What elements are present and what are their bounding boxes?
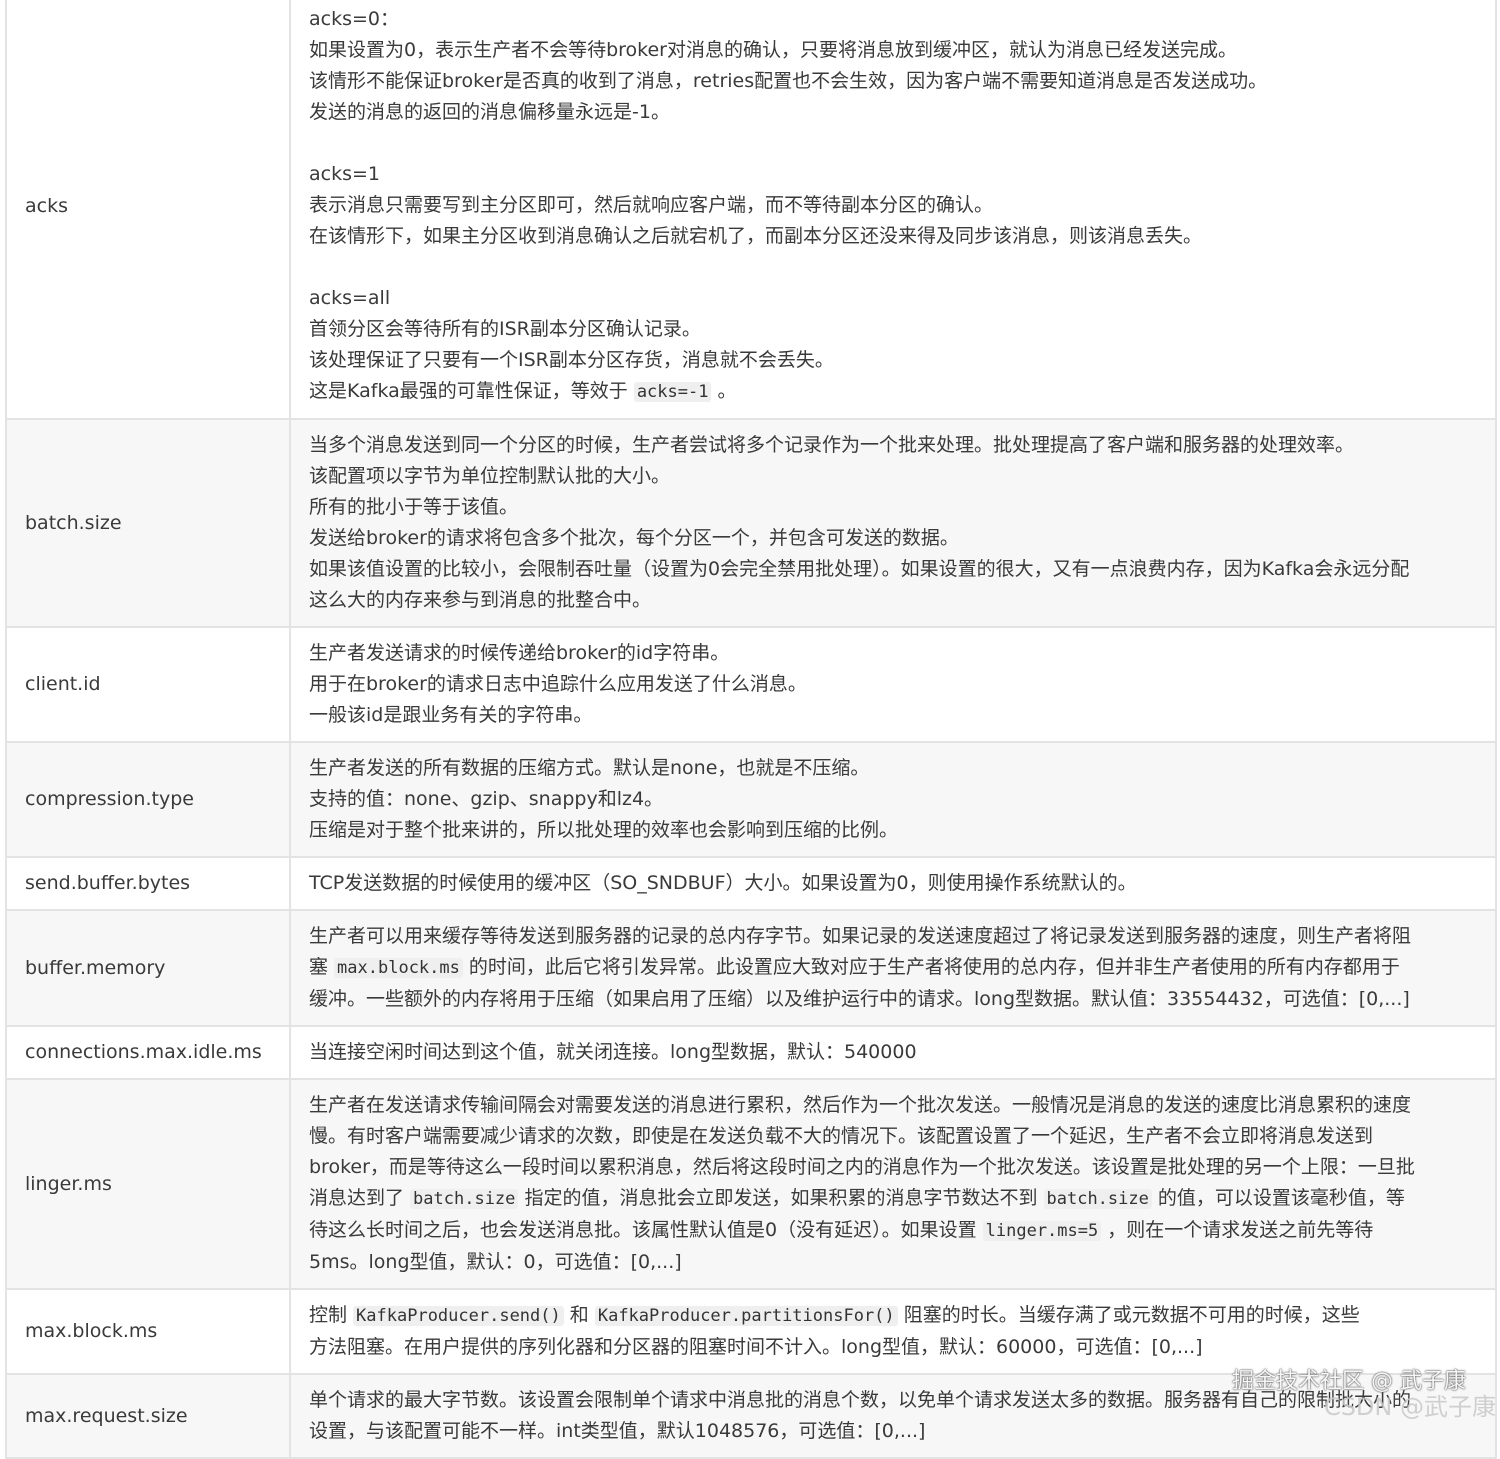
description-line: 该处理保证了只要有一个ISR副本分区存货，消息就不会丢失。 (309, 349, 834, 371)
config-row-connections-max-idle-ms: connections.max.idle.ms 当连接空闲时间达到这个值，就关闭连… (5, 1025, 1497, 1080)
description-line: 表示消息只需要写到主分区即可，然后就响应客户端，而不等待副本分区的确认。 (309, 194, 994, 216)
description-line: 发送给broker的请求将包含多个批次，每个分区一个，并包含可发送的数据。 (309, 527, 959, 549)
description-line: 如果该值设置的比较小，会限制吞吐量（设置为0会完全禁用批处理）。如果设置的很大，… (309, 558, 1410, 580)
description-line: 发送的消息的返回的消息偏移量永远是-1。 (309, 101, 670, 123)
config-key: connections.max.idle.ms (5, 1025, 291, 1080)
config-row-linger-ms: linger.ms 生产者在发送请求传输间隔会对需要发送的消息进行累积，然后作为一… (5, 1078, 1497, 1290)
description-line: acks=all (309, 287, 391, 309)
description-line (309, 252, 1469, 283)
config-key: linger.ms (5, 1078, 291, 1290)
config-description: acks=0： 如果设置为0，表示生产者不会等待broker对消息的确认，只要将消… (289, 0, 1497, 420)
config-description: 生产者可以用来缓存等待发送到服务器的记录的总内存字节。如果记录的发送速度超过了将… (289, 909, 1497, 1027)
description-line: 塞 max.block.ms 的时间，此后它将引发异常。此设置应大致对应于生产者… (309, 956, 1400, 978)
description-line: 5ms。long型值，默认：0，可选值：[0,...] (309, 1251, 682, 1273)
inline-code: KafkaProducer.partitionsFor() (594, 1306, 898, 1326)
description-line: 慢。有时客户端需要减少请求的次数，即使是在发送负载不大的情况下。该配置设置了一个… (309, 1125, 1374, 1147)
description-line: 方法阻塞。在用户提供的序列化器和分区器的阻塞时间不计入。long型值，默认：60… (309, 1336, 1203, 1358)
description-line (309, 128, 1469, 159)
config-key: acks (5, 0, 291, 420)
config-key: max.request.size (5, 1373, 291, 1459)
description-line: 支持的值：none、gzip、snappy和lz4。 (309, 788, 664, 810)
description-line: 当多个消息发送到同一个分区的时候，生产者尝试将多个记录作为一个批来处理。批处理提… (309, 434, 1355, 456)
description-line: 控制 KafkaProducer.send() 和 KafkaProducer.… (309, 1304, 1360, 1326)
config-row-max-block-ms: max.block.ms 控制 KafkaProducer.send() 和 Ka… (5, 1288, 1497, 1375)
description-line: 首领分区会等待所有的ISR副本分区确认记录。 (309, 318, 701, 340)
description-line: 消息达到了 batch.size 指定的值，消息批会立即发送，如果积累的消息字节… (309, 1187, 1405, 1209)
config-table-body: acks acks=0： 如果设置为0，表示生产者不会等待broker对消息的确认，… (5, 0, 1497, 1459)
description-line: 当连接空闲时间达到这个值，就关闭连接。long型数据，默认：540000 (309, 1041, 917, 1063)
config-key: max.block.ms (5, 1288, 291, 1375)
inline-code: batch.size (1043, 1189, 1152, 1209)
config-row-compression-type: compression.type 生产者发送的所有数据的压缩方式。默认是none，… (5, 741, 1497, 858)
config-description: 控制 KafkaProducer.send() 和 KafkaProducer.… (289, 1288, 1497, 1375)
config-row-buffer-memory: buffer.memory 生产者可以用来缓存等待发送到服务器的记录的总内存字节。… (5, 909, 1497, 1027)
config-description: 生产者发送的所有数据的压缩方式。默认是none，也就是不压缩。 支持的值：none… (289, 741, 1497, 858)
description-line: 该情形不能保证broker是否真的收到了消息，retries配置也不会生效，因为… (309, 70, 1268, 92)
config-key: send.buffer.bytes (5, 856, 291, 911)
config-description: 生产者发送请求的时候传递给broker的id字符串。用于在broker的请求日志… (289, 626, 1497, 743)
description-line: 用于在broker的请求日志中追踪什么应用发送了什么消息。 (309, 673, 807, 695)
config-table: acks acks=0： 如果设置为0，表示生产者不会等待broker对消息的确认，… (5, 0, 1497, 1459)
config-key: buffer.memory (5, 909, 291, 1027)
config-description: 生产者在发送请求传输间隔会对需要发送的消息进行累积，然后作为一个批次发送。一般情… (289, 1078, 1497, 1290)
description-line: 所有的批小于等于该值。 (309, 496, 519, 518)
description-line: 生产者发送请求的时候传递给broker的id字符串。 (309, 642, 730, 664)
config-key: client.id (5, 626, 291, 743)
inline-code: linger.ms=5 (982, 1221, 1102, 1241)
config-description: TCP发送数据的时候使用的缓冲区（SO_SNDBUF）大小。如果设置为0，则使用… (289, 856, 1497, 911)
config-row-send-buffer-bytes: send.buffer.bytes TCP发送数据的时候使用的缓冲区（SO_SND… (5, 856, 1497, 911)
description-line: 这是Kafka最强的可靠性保证，等效于 acks=-1 。 (309, 380, 737, 402)
description-line: 缓冲。一些额外的内存将用于压缩（如果启用了压缩）以及维护运行中的请求。long型… (309, 988, 1410, 1010)
config-description: 当连接空闲时间达到这个值，就关闭连接。long型数据，默认：540000 (289, 1025, 1497, 1080)
description-line: 如果设置为0，表示生产者不会等待broker对消息的确认，只要将消息放到缓冲区，… (309, 39, 1237, 61)
config-row-client-id: client.id 生产者发送请求的时候传递给broker的id字符串。 用于在br… (5, 626, 1497, 743)
description-line: 压缩是对于整个批来讲的，所以批处理的效率也会影响到压缩的比例。 (309, 819, 899, 841)
inline-code: max.block.ms (334, 958, 463, 978)
description-line: 生产者可以用来缓存等待发送到服务器的记录的总内存字节。如果记录的发送速度超过了将… (309, 925, 1412, 947)
config-row-batch-size: batch.size 当多个消息发送到同一个分区的时候，生产者尝试将多个记录作为一… (5, 418, 1497, 628)
inline-code: KafkaProducer.send() (353, 1306, 564, 1326)
config-key: batch.size (5, 418, 291, 628)
description-line: 生产者在发送请求传输间隔会对需要发送的消息进行累积，然后作为一个批次发送。一般情… (309, 1094, 1412, 1116)
description-line: broker，而是等待这么一段时间以累积消息，然后将这段时间之内的消息作为一个批… (309, 1156, 1415, 1178)
inline-code: acks=-1 (633, 382, 712, 402)
description-line: 一般该id是跟业务有关的字符串。 (309, 704, 593, 726)
description-line: 这么大的内存来参与到消息的批整合中。 (309, 589, 652, 611)
description-line: TCP发送数据的时候使用的缓冲区（SO_SNDBUF）大小。如果设置为0，则使用… (309, 872, 1137, 894)
config-key: compression.type (5, 741, 291, 858)
description-line: 单个请求的最大字节数。该设置会限制单个请求中消息批的消息个数，以免单个请求发送太… (309, 1389, 1412, 1411)
config-row-max-request-size: max.request.size 单个请求的最大字节数。该设置会限制单个请求中消息… (5, 1373, 1497, 1459)
config-description: 当多个消息发送到同一个分区的时候，生产者尝试将多个记录作为一个批来处理。批处理提… (289, 418, 1497, 628)
config-description: 单个请求的最大字节数。该设置会限制单个请求中消息批的消息个数，以免单个请求发送太… (289, 1373, 1497, 1459)
description-line: 待这么长时间之后，也会发送消息批。该属性默认值是0（没有延迟）。如果设置 lin… (309, 1219, 1374, 1241)
inline-code: batch.size (410, 1189, 519, 1209)
config-row-acks: acks acks=0： 如果设置为0，表示生产者不会等待broker对消息的确认，… (5, 0, 1497, 420)
description-line: acks=0： (309, 8, 399, 30)
description-line: 设置，与该配置可能不一样。int类型值，默认1048576，可选值：[0,...… (309, 1420, 926, 1442)
description-line: 生产者发送的所有数据的压缩方式。默认是none，也就是不压缩。 (309, 757, 870, 779)
description-line: 该配置项以字节为单位控制默认批的大小。 (309, 465, 671, 487)
description-line: acks=1 (309, 163, 380, 185)
description-line: 在该情形下，如果主分区收到消息确认之后就宕机了，而副本分区还没来得及同步该消息，… (309, 225, 1203, 247)
